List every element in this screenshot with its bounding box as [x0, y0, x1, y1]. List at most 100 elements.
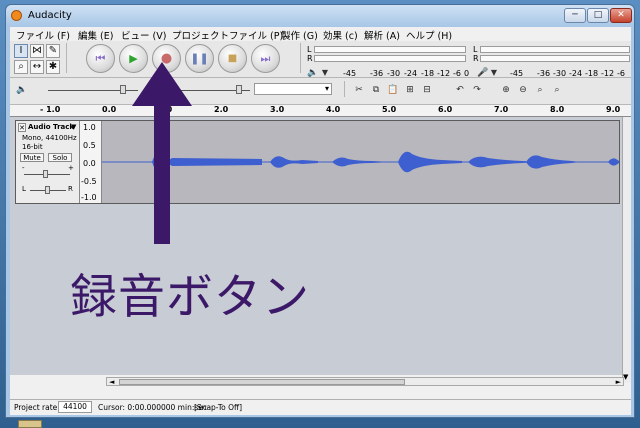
multi-tool-icon[interactable]: ✱ — [46, 60, 60, 74]
menu-effect[interactable]: 効果 (c) — [323, 28, 358, 42]
scroll-right-icon[interactable]: ► — [616, 378, 621, 386]
maximize-button[interactable]: □ — [587, 8, 609, 23]
paste-icon[interactable]: 📋 — [387, 84, 399, 96]
copy-icon[interactable]: ⧉ — [370, 84, 382, 96]
fit-project-icon[interactable]: ⌕ — [551, 84, 563, 96]
track-menu-arrow-icon[interactable]: ▼ — [71, 123, 76, 131]
title-bar[interactable]: Audacity ─ □ ✕ — [6, 5, 634, 27]
amplitude-scale: 1.0 0.5 0.0 -0.5 -1.0 — [80, 121, 102, 203]
input-volume-thumb[interactable] — [236, 85, 242, 94]
ruler-label: 4.0 — [326, 105, 341, 114]
track-name-menu[interactable]: Audio Track — [28, 123, 74, 131]
output-volume-thumb[interactable] — [120, 85, 126, 94]
timeline-ruler[interactable]: - 1.0 0.0 1.0 2.0 3.0 4.0 5.0 6.0 7.0 8.… — [10, 105, 631, 117]
record-meter-left-label: L — [473, 45, 478, 54]
cut-icon[interactable]: ✂ — [353, 84, 365, 96]
scroll-thumb[interactable] — [119, 379, 405, 385]
vertical-scrollbar[interactable]: ▼ — [622, 117, 631, 383]
record-meter-right — [480, 55, 630, 62]
project-rate-field[interactable]: 44100 — [58, 401, 92, 413]
horizontal-scroll-wrap: ◄ ► — [106, 377, 624, 387]
annotation-arrow — [132, 62, 192, 244]
scroll-left-icon[interactable]: ◄ — [109, 378, 114, 386]
status-bar: Project rate: 44100 Cursor: 0:00.000000 … — [10, 399, 631, 415]
record-meter-left — [480, 46, 630, 53]
pan-left-label: L — [22, 185, 26, 193]
menu-file[interactable]: ファイル (F) — [16, 28, 70, 42]
playback-meter-left — [314, 46, 466, 53]
audio-track[interactable]: ✕ Audio Track ▼ Mono, 44100Hz 16-bit Mut… — [15, 120, 620, 204]
skip-start-button[interactable]: ⏮ — [86, 44, 115, 73]
minimize-button[interactable]: ─ — [564, 8, 586, 23]
pan-right-label: R — [68, 185, 73, 193]
fit-selection-icon[interactable]: ⌕ — [534, 84, 546, 96]
envelope-tool-icon[interactable]: ⋈ — [30, 44, 44, 58]
zoom-in-icon[interactable]: ⊕ — [500, 84, 512, 96]
ruler-label: 0.0 — [102, 105, 117, 114]
toolbar-separator — [66, 43, 67, 73]
toolbar-separator — [344, 81, 345, 97]
audacity-window: Audacity ─ □ ✕ ファイル (F) 編集 (E) ビュー (V) プ… — [5, 4, 635, 418]
cursor-position: Cursor: 0:00.000000 min:sec — [98, 403, 207, 412]
menu-project[interactable]: プロジェクトファイル (P) — [172, 28, 283, 42]
draw-tool-icon[interactable]: ✎ — [46, 44, 60, 58]
playback-meter-right-label: R — [307, 54, 313, 63]
input-source-select[interactable]: ▾ — [254, 83, 332, 95]
track-format-info: Mono, 44100Hz — [22, 134, 77, 142]
toolbar-divider — [10, 77, 631, 78]
gain-minus-label: - — [22, 164, 25, 172]
ruler-label: 9.0 — [606, 105, 621, 114]
skip-end-icon: ⏭ — [260, 52, 271, 65]
toolbar-separator — [300, 43, 301, 73]
ruler-label: 7.0 — [494, 105, 509, 114]
record-meter-right-label: R — [473, 54, 479, 63]
ruler-label: 8.0 — [550, 105, 565, 114]
timeshift-tool-icon[interactable]: ↔ — [30, 60, 44, 74]
skip-end-button[interactable]: ⏭ — [251, 44, 280, 73]
skip-start-icon: ⏮ — [95, 52, 106, 65]
menu-view[interactable]: ビュー (V) — [121, 28, 166, 42]
undo-icon[interactable]: ↶ — [454, 84, 466, 96]
menu-help[interactable]: ヘルプ (H) — [406, 28, 452, 42]
trim-icon[interactable]: ⊞ — [404, 84, 416, 96]
output-volume-icon: 🔈 — [16, 85, 28, 95]
menu-generate[interactable]: 製作 (G) — [281, 28, 318, 42]
stop-icon: ■ — [227, 53, 238, 64]
menu-bar: ファイル (F) 編集 (E) ビュー (V) プロジェクトファイル (P) 製… — [10, 27, 631, 42]
playback-meter-right — [314, 55, 466, 62]
close-button[interactable]: ✕ — [610, 8, 632, 23]
ruler-label: 2.0 — [214, 105, 229, 114]
zoom-out-icon[interactable]: ⊖ — [517, 84, 529, 96]
track-control-panel: ✕ Audio Track ▼ Mono, 44100Hz 16-bit Mut… — [16, 121, 80, 203]
snap-status: [Snap-To Off] — [194, 403, 243, 412]
amplitude-label: -1.0 — [81, 193, 97, 202]
menu-edit[interactable]: 編集 (E) — [78, 28, 113, 42]
dropdown-arrow-icon: ▾ — [324, 84, 329, 93]
redo-icon[interactable]: ↷ — [471, 84, 483, 96]
pan-thumb[interactable] — [45, 186, 50, 194]
silence-icon[interactable]: ⊟ — [421, 84, 433, 96]
mute-button[interactable]: Mute — [20, 153, 44, 162]
menu-analyze[interactable]: 解析 (A) — [364, 28, 400, 42]
amplitude-label: 0.5 — [83, 141, 96, 150]
ruler-label: - 1.0 — [40, 105, 61, 114]
project-rate-label: Project rate: — [14, 403, 60, 412]
amplitude-label: 0.0 — [83, 159, 96, 168]
track-bit-depth: 16-bit — [22, 143, 43, 151]
stop-button[interactable]: ■ — [218, 44, 247, 73]
toolbar-area: I ⋈ ✎ ⌕ ↔ ✱ ⏮ ▶ ● ❚❚ ■ ⏭ L R L R 🔈 ▼ -45… — [10, 41, 631, 105]
solo-button[interactable]: Solo — [48, 153, 72, 162]
playback-meter-left-label: L — [307, 45, 312, 54]
amplitude-label: -0.5 — [81, 177, 97, 186]
horizontal-scrollbar[interactable]: ◄ ► — [106, 377, 624, 386]
window-title: Audacity — [28, 10, 72, 21]
taskbar-icon — [18, 420, 42, 428]
selection-tool-icon[interactable]: I — [14, 44, 28, 58]
track-panel[interactable]: ✕ Audio Track ▼ Mono, 44100Hz 16-bit Mut… — [10, 117, 631, 375]
record-button-annotation: 録音ボタン — [70, 270, 310, 325]
amplitude-label: 1.0 — [83, 123, 96, 132]
track-close-icon[interactable]: ✕ — [18, 123, 26, 132]
gain-thumb[interactable] — [43, 170, 48, 178]
gain-plus-label: + — [68, 164, 74, 172]
zoom-tool-icon[interactable]: ⌕ — [14, 60, 28, 74]
